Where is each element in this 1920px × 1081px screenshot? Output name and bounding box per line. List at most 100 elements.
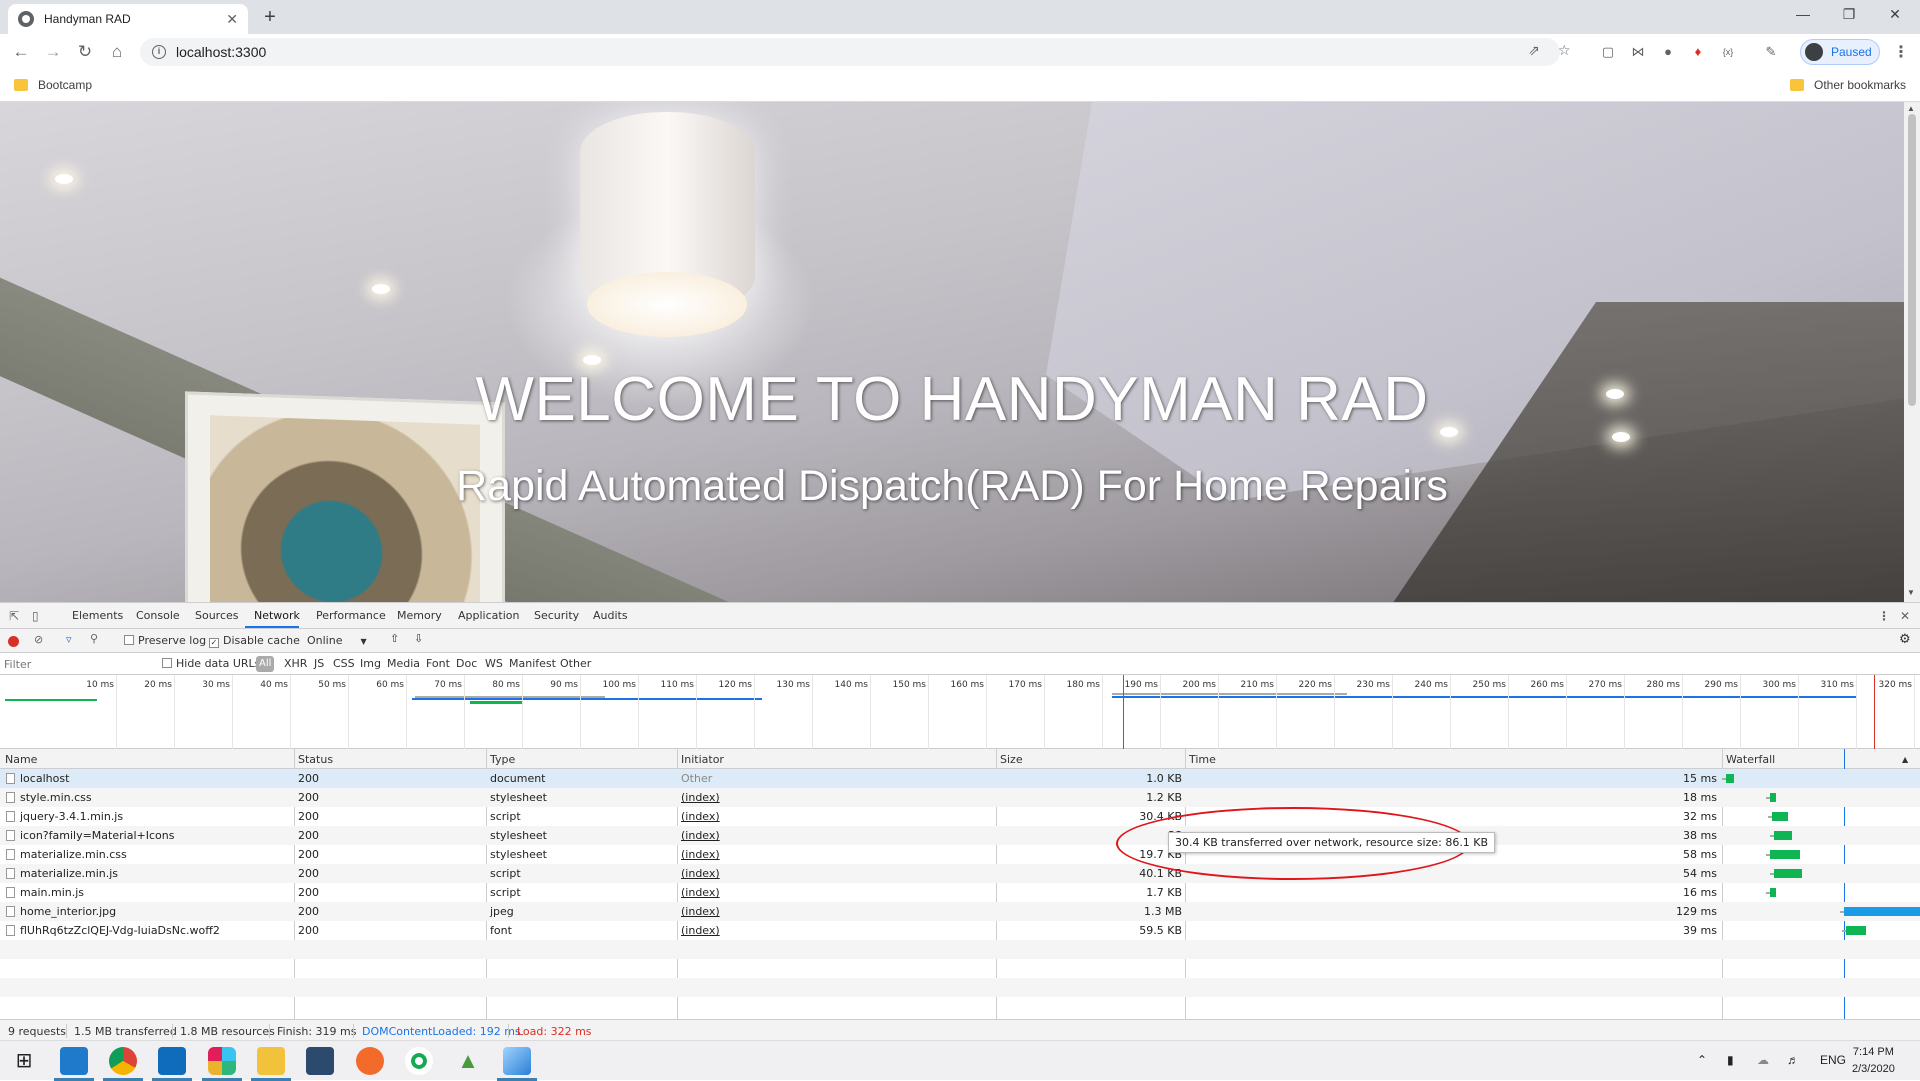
record-icon[interactable] — [8, 636, 19, 647]
reload-icon[interactable]: ↻ — [73, 40, 97, 64]
request-initiator[interactable]: (index) — [681, 924, 720, 937]
device-toolbar-icon[interactable]: ▯ — [32, 609, 39, 623]
extension-icon[interactable]: {x} — [1719, 43, 1737, 61]
request-initiator[interactable]: (index) — [681, 829, 720, 842]
filter-type-xhr[interactable]: XHR — [284, 657, 307, 670]
browser-menu-icon[interactable]: ⋮ — [1893, 42, 1909, 62]
extension-icon[interactable]: ♦ — [1689, 43, 1707, 61]
request-name[interactable]: materialize.min.css — [20, 848, 127, 861]
column-header-type[interactable]: Type — [490, 753, 515, 766]
request-initiator[interactable]: (index) — [681, 848, 720, 861]
column-header-time[interactable]: Time — [1189, 753, 1216, 766]
tab-audits[interactable]: Audits — [593, 609, 628, 622]
request-initiator[interactable]: (index) — [681, 905, 720, 918]
close-window-icon[interactable]: ✕ — [1872, 0, 1918, 30]
preserve-log-checkbox[interactable]: Preserve log — [124, 634, 206, 647]
devtools-menu-icon[interactable]: ⋮ — [1878, 609, 1890, 623]
new-tab-button[interactable]: + — [258, 6, 282, 30]
extension-icon[interactable]: ⋈ — [1629, 43, 1647, 61]
battery-icon[interactable]: ▮ — [1727, 1053, 1734, 1067]
filter-type-media[interactable]: Media — [387, 657, 420, 670]
back-icon[interactable]: ← — [9, 40, 33, 64]
request-name[interactable]: flUhRq6tzZclQEJ-Vdg-IuiaDsNc.woff2 — [20, 924, 220, 937]
paint-icon[interactable] — [503, 1047, 531, 1075]
scroll-up-icon[interactable]: ▲ — [1907, 104, 1915, 113]
scroll-down-icon[interactable]: ▼ — [1907, 588, 1915, 597]
import-har-icon[interactable]: ⇧ — [390, 632, 399, 645]
minimize-icon[interactable]: — — [1780, 0, 1826, 30]
request-name[interactable]: jquery-3.4.1.min.js — [20, 810, 123, 823]
show-hidden-icons-icon[interactable]: ⌃ — [1697, 1053, 1707, 1067]
tab-application[interactable]: Application — [458, 609, 519, 622]
slack-icon[interactable] — [208, 1047, 236, 1075]
request-row[interactable]: jquery-3.4.1.min.js 200 script (index) 30.4 … — [0, 807, 1920, 826]
request-name[interactable]: style.min.css — [20, 791, 92, 804]
scrollbar-thumb[interactable] — [1908, 114, 1916, 406]
profile-button[interactable]: Paused — [1800, 39, 1880, 65]
browser-tab[interactable]: Handyman RAD ✕ — [8, 4, 248, 34]
request-name[interactable]: icon?family=Material+Icons — [20, 829, 174, 842]
restore-icon[interactable]: ❐ — [1826, 0, 1872, 30]
request-row[interactable]: localhost 200 document Other 1.0 KB 15 ms — [0, 769, 1920, 788]
chrome-icon[interactable] — [109, 1047, 137, 1075]
mysql-workbench-icon[interactable] — [306, 1047, 334, 1075]
system-clock[interactable]: 7:14 PM 2/3/2020 — [1852, 1044, 1895, 1078]
file-explorer-icon[interactable] — [257, 1047, 285, 1075]
extension-icon[interactable]: ✎ — [1762, 43, 1780, 61]
filter-type-js[interactable]: JS — [314, 657, 324, 670]
disable-cache-checkbox[interactable]: ✓ Disable cache — [209, 634, 300, 648]
network-settings-icon[interactable]: ⚙ — [1899, 632, 1911, 647]
request-row[interactable]: icon?family=Material+Icons 200 stylesheet (… — [0, 826, 1920, 845]
request-initiator[interactable]: (index) — [681, 810, 720, 823]
column-header-status[interactable]: Status — [298, 753, 333, 766]
robo3t-icon[interactable]: ▲ — [454, 1047, 482, 1075]
filter-type-all[interactable]: All — [256, 656, 275, 672]
filter-type-img[interactable]: Img — [360, 657, 381, 670]
language-indicator[interactable]: ENG — [1820, 1053, 1846, 1067]
filter-input[interactable] — [4, 656, 154, 672]
request-initiator[interactable]: (index) — [681, 886, 720, 899]
other-bookmarks[interactable]: Other bookmarks — [1790, 78, 1906, 92]
export-har-icon[interactable]: ⇩ — [414, 632, 423, 645]
column-header-waterfall[interactable]: Waterfall — [1726, 753, 1775, 766]
request-row[interactable]: materialize.min.js 200 script (index) 40.1 K… — [0, 864, 1920, 883]
request-initiator[interactable]: (index) — [681, 791, 720, 804]
filter-type-css[interactable]: CSS — [333, 657, 355, 670]
filter-type-doc[interactable]: Doc — [456, 657, 477, 670]
request-row[interactable]: materialize.min.css 200 stylesheet (index) 1… — [0, 845, 1920, 864]
tab-elements[interactable]: Elements — [72, 609, 123, 622]
column-header-size[interactable]: Size — [1000, 753, 1023, 766]
request-name[interactable]: main.min.js — [20, 886, 84, 899]
page-scrollbar[interactable]: ▲ ▼ — [1904, 102, 1920, 602]
tab-sources[interactable]: Sources — [195, 609, 239, 622]
request-row[interactable]: style.min.css 200 stylesheet (index) 1.2 KB 1… — [0, 788, 1920, 807]
request-initiator[interactable]: (index) — [681, 867, 720, 880]
filter-type-ws[interactable]: WS — [485, 657, 503, 670]
request-name[interactable]: home_interior.jpg — [20, 905, 116, 918]
start-windows-icon[interactable]: ⊞ — [10, 1048, 38, 1076]
filter-icon[interactable]: ▿ — [66, 633, 72, 646]
postman-icon[interactable] — [356, 1047, 384, 1075]
site-info-icon[interactable]: i — [152, 45, 166, 59]
filter-type-other[interactable]: Other — [560, 657, 591, 670]
bookmark-star-icon[interactable]: ☆ — [1558, 42, 1571, 59]
request-row[interactable]: main.min.js 200 script (index) 1.7 KB 16 ms — [0, 883, 1920, 902]
inspect-element-icon[interactable]: ⇱ — [9, 609, 19, 623]
address-bar[interactable]: i localhost:3300 ⇗ ☆ — [140, 38, 1571, 66]
column-header-initiator[interactable]: Initiator — [681, 753, 724, 766]
throttling-select[interactable]: Online ▼ — [307, 634, 367, 647]
tab-network[interactable]: Network — [254, 609, 300, 622]
column-header-name[interactable]: Name — [5, 753, 37, 766]
request-row[interactable]: flUhRq6tzZclQEJ-Vdg-IuiaDsNc.woff2 200 fon… — [0, 921, 1920, 940]
vscode-icon[interactable] — [60, 1047, 88, 1075]
onedrive-cloud-icon[interactable]: ☁ — [1757, 1053, 1769, 1067]
mongodb-compass-icon[interactable] — [405, 1047, 433, 1075]
extension-icon[interactable]: ● — [1659, 43, 1677, 61]
filter-type-font[interactable]: Font — [426, 657, 450, 670]
outlook-icon[interactable] — [158, 1047, 186, 1075]
close-tab-icon[interactable]: ✕ — [226, 11, 238, 28]
sort-ascending-icon[interactable]: ▲ — [1902, 755, 1908, 764]
close-devtools-icon[interactable]: ✕ — [1900, 609, 1910, 623]
tab-security[interactable]: Security — [534, 609, 579, 622]
request-name[interactable]: localhost — [20, 772, 69, 785]
